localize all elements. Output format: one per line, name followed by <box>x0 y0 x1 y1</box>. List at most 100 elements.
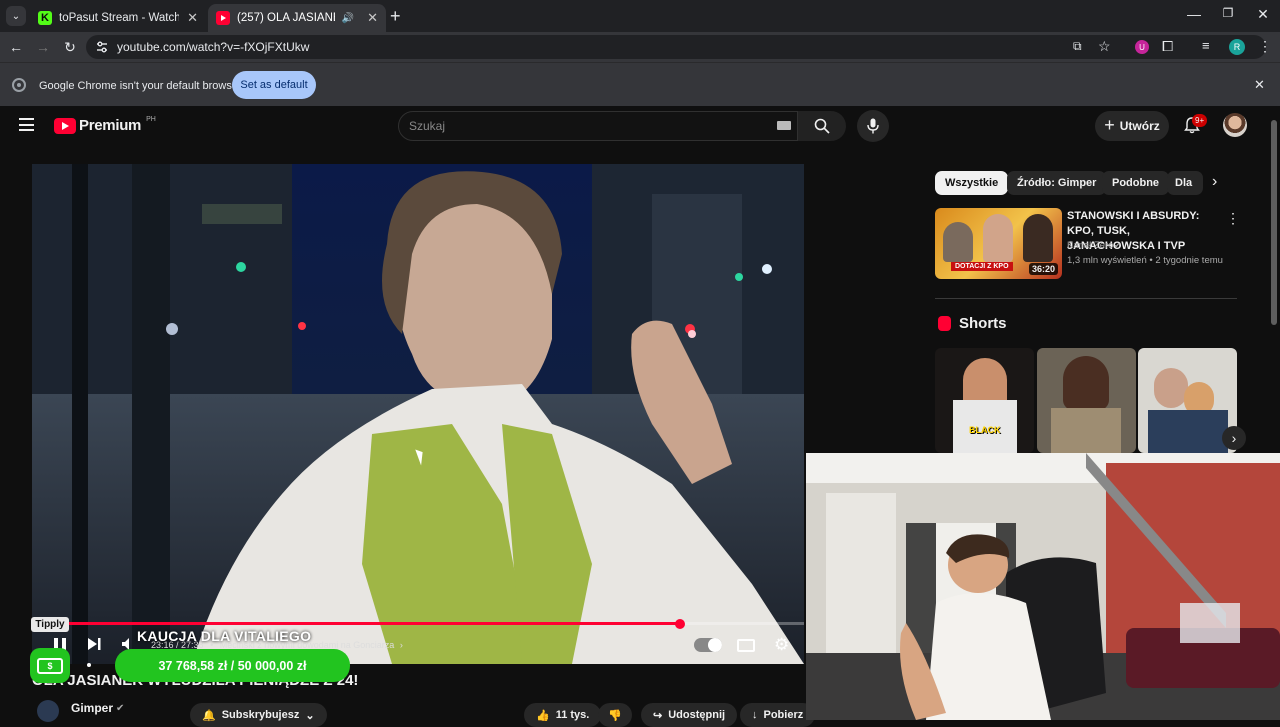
voice-search-button[interactable] <box>857 110 889 142</box>
hamburger-menu-icon[interactable] <box>19 118 34 131</box>
create-label: Utwórz <box>1119 119 1160 133</box>
like-count: 11 tys. <box>555 709 590 721</box>
audio-playing-icon[interactable]: 🔊 <box>342 13 354 24</box>
next-video-icon[interactable] <box>87 637 101 656</box>
search-icon <box>814 118 830 134</box>
autoplay-toggle[interactable] <box>694 638 722 652</box>
goal-title: KAUCJA DLA VITALIEGO <box>137 628 312 644</box>
keyboard-icon[interactable] <box>777 121 791 130</box>
tab-close-icon[interactable]: ✕ <box>187 10 198 26</box>
video-duration: 36:20 <box>1028 263 1058 275</box>
chip-for-you[interactable]: Dla <box>1167 171 1203 195</box>
settings-gear-icon[interactable]: ⚙ <box>774 635 789 655</box>
user-avatar[interactable] <box>1223 113 1247 137</box>
donation-goal-bar: 37 768,58 zł / 50 000,00 zł <box>115 649 350 682</box>
short-caption: BLACK <box>969 425 1001 435</box>
chip-all[interactable]: Wszystkie <box>935 171 1009 195</box>
tab-search-icon[interactable]: ⌄ <box>6 6 26 26</box>
tab-close-icon[interactable]: ✕ <box>367 10 378 26</box>
subtitles-icon[interactable] <box>737 639 755 652</box>
region-code: PH <box>146 116 156 123</box>
infobar-message: Google Chrome isn't your default browser <box>39 80 242 92</box>
tab-kick-stream[interactable]: K toPasut Stream - Watch Live on ✕ <box>30 4 206 32</box>
minimize-button[interactable]: — <box>1184 6 1204 22</box>
thumbnail-caption: DOTACJI Z KPO <box>951 262 1013 271</box>
media-controls-icon[interactable]: ≡ <box>1202 38 1210 53</box>
divider <box>935 298 1237 299</box>
like-button[interactable]: 👍 11 tys. <box>524 703 602 727</box>
new-tab-button[interactable]: + <box>390 6 401 27</box>
shorts-next-icon[interactable]: › <box>1222 426 1246 450</box>
share-button[interactable]: ↪ Udostępnij <box>641 703 738 727</box>
tipply-brand: Tipply <box>31 617 69 632</box>
default-browser-infobar: Google Chrome isn't your default browser… <box>0 62 1280 106</box>
download-icon: ↓ <box>752 709 758 721</box>
short-thumbnail-1[interactable]: BLACK <box>935 348 1034 453</box>
close-window-button[interactable]: ✕ <box>1253 6 1273 23</box>
kick-favicon-icon: K <box>38 11 52 25</box>
url-text: youtube.com/watch?v=-fXOjFXtUkw <box>117 40 310 54</box>
back-arrow-icon[interactable]: ← <box>7 39 25 55</box>
webcam-frame <box>806 453 1280 720</box>
dislike-button[interactable]: 👎 <box>598 703 632 727</box>
chrome-logo-icon <box>12 78 26 92</box>
webcam-feed <box>806 453 1280 720</box>
youtube-favicon-icon <box>216 11 230 25</box>
progress-bar[interactable] <box>32 622 804 625</box>
restore-button[interactable]: ❐ <box>1218 6 1238 20</box>
verified-badge-icon: ✔ <box>116 703 125 714</box>
verified-badge-icon: ✔ <box>1114 241 1121 250</box>
tab-title: (257) OLA JASIANEK WYŁU <box>237 12 335 24</box>
extension-icon[interactable]: U <box>1135 40 1149 54</box>
site-settings-icon[interactable] <box>95 40 109 54</box>
tab-title: toPasut Stream - Watch Live on <box>59 12 179 24</box>
download-button[interactable]: ↓ Pobierz <box>740 703 816 727</box>
share-label: Udostępnij <box>668 709 726 721</box>
plus-icon: + <box>1104 114 1115 135</box>
youtube-premium-logo[interactable]: Premium PH <box>54 116 156 134</box>
search-input[interactable]: Szukaj <box>398 111 798 141</box>
tab-strip: ⌄ K toPasut Stream - Watch Live on ✕ (25… <box>0 0 1280 32</box>
channel-name[interactable]: Gimper <box>71 701 113 715</box>
infobar-close-icon[interactable]: ✕ <box>1254 77 1265 93</box>
video-player[interactable]: 23:16 / 27:38 • Meciński z nowymi dowoda… <box>32 164 804 664</box>
shorts-heading: Shorts <box>959 315 1007 332</box>
separator-dot <box>87 663 91 667</box>
install-app-icon[interactable]: ⧉ <box>1073 39 1082 54</box>
extensions-puzzle-icon[interactable]: ⧠ <box>1162 38 1173 55</box>
search-placeholder: Szukaj <box>409 119 446 133</box>
subscribed-button[interactable]: 🔔 Subskrybujesz ⌄ <box>190 703 327 727</box>
video-frame <box>32 164 804 664</box>
reload-icon[interactable]: ↻ <box>61 39 79 56</box>
shorts-logo-icon <box>938 316 951 331</box>
chip-related[interactable]: Podobne <box>1102 171 1170 195</box>
subscribe-label: Subskrybujesz <box>221 709 300 721</box>
youtube-header: Premium PH Szukaj + Utwórz 9+ <box>0 106 1280 146</box>
navigation-bar: ← → ↻ youtube.com/watch?v=-fXOjFXtUkw ⧉ … <box>0 32 1280 62</box>
search-button[interactable] <box>798 111 846 141</box>
create-button[interactable]: + Utwórz <box>1095 111 1169 141</box>
download-label: Pobierz <box>763 709 804 721</box>
bookmark-star-icon[interactable]: ☆ <box>1098 38 1111 55</box>
more-options-icon[interactable]: ⋮ <box>1226 210 1240 227</box>
page-scrollbar[interactable] <box>1271 120 1277 325</box>
progress-played <box>32 622 681 625</box>
chrome-menu-icon[interactable]: ⋮ <box>1258 38 1272 55</box>
address-bar[interactable]: youtube.com/watch?v=-fXOjFXtUkw ⧉ ☆ <box>86 35 1266 59</box>
chip-source-gimper[interactable]: Źródło: Gimper <box>1007 171 1107 195</box>
youtube-play-icon <box>54 117 76 134</box>
recommended-thumbnail[interactable]: DOTACJI Z KPO 36:20 <box>935 208 1062 279</box>
notification-badge: 9+ <box>1192 114 1208 127</box>
profile-avatar[interactable]: R <box>1229 39 1245 55</box>
recommended-meta: 1,3 mln wyświetleń • 2 tygodnie temu <box>1067 255 1223 266</box>
channel-avatar[interactable] <box>37 700 59 722</box>
goal-amount: 37 768,58 zł / 50 000,00 zł <box>158 658 307 673</box>
set-as-default-button[interactable]: Set as default <box>232 71 316 99</box>
recommended-channel[interactable]: Kanał Zero <box>1067 240 1113 251</box>
tab-youtube-video[interactable]: (257) OLA JASIANEK WYŁU 🔊 ✕ <box>208 4 386 32</box>
logo-text: Premium <box>79 117 142 134</box>
short-thumbnail-2[interactable] <box>1037 348 1136 453</box>
forward-arrow-icon[interactable]: → <box>34 39 52 55</box>
chevron-right-icon[interactable]: › <box>1212 173 1217 191</box>
money-icon: $ <box>30 648 70 683</box>
